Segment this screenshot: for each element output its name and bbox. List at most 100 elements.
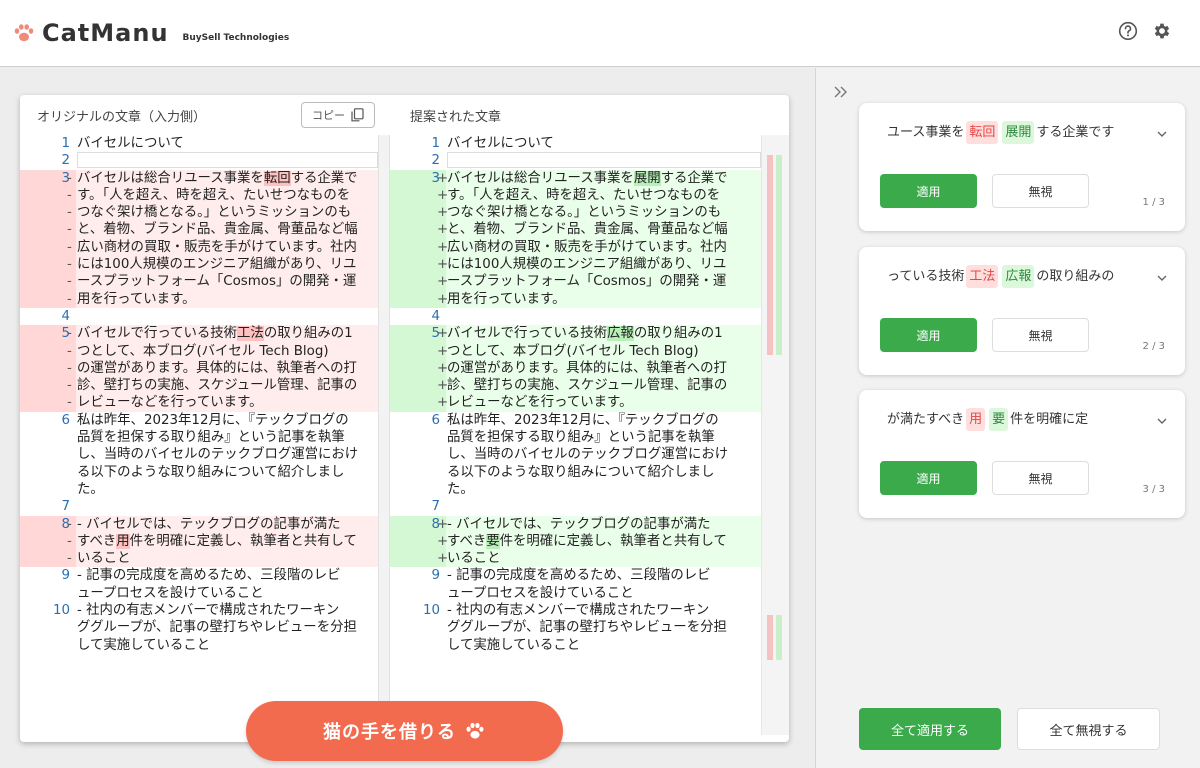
diff-line[interactable]: 10 - 社内の有志メンバーで構成されたワーキン — [20, 602, 378, 619]
diff-line[interactable]: - 広い商材の買取・販売を手がけています。社内 — [20, 238, 378, 257]
diff-line[interactable]: 品質を担保する取り組み』という記事を執筆 — [390, 429, 761, 446]
diff-sign: - — [67, 187, 72, 203]
copy-button[interactable]: コピー — [301, 102, 375, 128]
line-text: すべき要件を明確に定義し、執筆者と共有して — [446, 533, 761, 550]
diff-line[interactable]: ググループが、記事の壁打ちやレビューを分担 — [390, 619, 761, 636]
line-number-gutter: 6 — [20, 412, 76, 429]
line-text — [446, 498, 761, 515]
diff-line[interactable]: + いること — [390, 550, 761, 568]
suggestion-card: ユース事業を 転回 展開 する企業です 適用 無視 1 / 3 — [859, 103, 1185, 231]
apply-button[interactable]: 適用 — [880, 461, 977, 495]
diff-line[interactable]: る以下のような取り組みについて紹介しまし — [20, 464, 378, 481]
line-number-gutter — [20, 464, 76, 481]
diff-line[interactable]: - には100人規模のエンジニア組織があり、リユ — [20, 256, 378, 274]
diff-line[interactable]: し、当時のバイセルのテックブログ運営におけ — [390, 446, 761, 463]
diff-line[interactable]: 7 — [390, 498, 761, 515]
diff-line[interactable]: 2 — [390, 152, 761, 169]
suggestion-inserted: 要 — [989, 408, 1009, 431]
double-chevron-right-icon[interactable] — [834, 83, 848, 102]
chevron-down-icon[interactable] — [1155, 271, 1169, 285]
diff-line[interactable]: 6 私は昨年、2023年12月に、『テックブログの — [20, 412, 378, 429]
diff-line[interactable]: 5 + バイセルで行っている技術広報の取り組みの1 — [390, 325, 761, 343]
chevron-down-icon[interactable] — [1155, 414, 1169, 428]
diff-line[interactable]: - つとして、本ブログ(バイセル Tech Blog) — [20, 342, 378, 360]
diff-line[interactable]: 6 私は昨年、2023年12月に、『テックブログの — [390, 412, 761, 429]
diff-line[interactable]: た。 — [390, 481, 761, 498]
help-circle-icon[interactable] — [1117, 20, 1139, 42]
suggested-text-pane[interactable]: 1 バイセルについて 2 3 + バイセルは総合リユース事業を展開する企業で + す。「人を超… — [390, 135, 761, 735]
apply-button[interactable]: 適用 — [880, 318, 977, 352]
diff-line[interactable]: - と、着物、ブランド品、貴金属、骨董品など幅 — [20, 221, 378, 239]
line-text-segment: する企業で — [660, 170, 728, 186]
diff-line[interactable]: - すべき用件を明確に定義し、執筆者と共有して — [20, 532, 378, 551]
apply-button[interactable]: 適用 — [880, 174, 977, 208]
diff-line[interactable]: + 診、壁打ちの実施、スケジュール管理、記事の — [390, 377, 761, 395]
diff-line[interactable]: ュープロセスを設けていること — [390, 585, 761, 602]
diff-line[interactable]: 5- バイセルで行っている技術工法の取り組みの1 — [20, 325, 378, 343]
diff-line[interactable]: 3- バイセルは総合リユース事業を転回する企業で — [20, 169, 378, 187]
diff-sign: + — [437, 239, 449, 255]
diff-line[interactable]: して実施していること — [20, 637, 378, 654]
diff-line[interactable]: 9 - 記事の完成度を高めるため、三段階のレビ — [390, 567, 761, 584]
line-text-segment: バイセルで行っている技術 — [77, 326, 238, 342]
diff-line[interactable]: + レビューなどを行っています。 — [390, 394, 761, 412]
diff-line[interactable]: 7 — [20, 498, 378, 515]
diff-line[interactable]: 4 — [20, 308, 378, 325]
diff-line[interactable]: 3 + バイセルは総合リユース事業を展開する企業で — [390, 169, 761, 187]
diff-line[interactable]: 9 - 記事の完成度を高めるため、三段階のレビ — [20, 567, 378, 584]
diff-sign: - — [67, 343, 72, 359]
diff-line[interactable]: ググループが、記事の壁打ちやレビューを分担 — [20, 619, 378, 636]
diff-line[interactable]: 10 - 社内の有志メンバーで構成されたワーキン — [390, 602, 761, 619]
diff-line[interactable]: + と、着物、ブランド品、貴金属、骨董品など幅 — [390, 221, 761, 239]
diff-line[interactable]: し、当時のバイセルのテックブログ運営におけ — [20, 446, 378, 463]
diff-line[interactable]: + 広い商材の買取・販売を手がけています。社内 — [390, 238, 761, 257]
line-number-gutter: 2 — [390, 152, 446, 169]
diff-line[interactable]: して実施していること — [390, 637, 761, 654]
ignore-button[interactable]: 無視 — [992, 174, 1089, 208]
diff-line[interactable]: - レビューなどを行っています。 — [20, 394, 378, 412]
diff-line[interactable]: + には100人規模のエンジニア組織があり、リユ — [390, 256, 761, 274]
diff-line[interactable]: - 診、壁打ちの実施、スケジュール管理、記事の — [20, 377, 378, 395]
diff-line[interactable]: 8-- バイセルでは、テックブログの記事が満た — [20, 515, 378, 533]
diff-line[interactable]: - いること — [20, 550, 378, 568]
diff-line[interactable]: ュープロセスを設けていること — [20, 585, 378, 602]
diff-line[interactable]: + 用を行っています。 — [390, 290, 761, 308]
pane-divider[interactable] — [378, 135, 390, 735]
diff-line[interactable]: - の運営があります。具体的には、執筆者への打 — [20, 359, 378, 378]
diff-line[interactable]: た。 — [20, 481, 378, 498]
diff-line[interactable]: - 用を行っています。 — [20, 290, 378, 308]
ignore-button[interactable]: 無視 — [992, 461, 1089, 495]
diff-line[interactable]: 2 — [20, 152, 378, 169]
diff-line[interactable]: - す。「人を超え、時を超え、たいせつなものを — [20, 186, 378, 205]
diff-line[interactable]: + ースプラットフォーム「Cosmos」の開発・運 — [390, 273, 761, 291]
ignore-all-button[interactable]: 全て無視する — [1017, 708, 1160, 750]
apply-all-button[interactable]: 全て適用する — [859, 708, 1001, 750]
diff-sign: - — [67, 533, 72, 549]
diff-line[interactable]: 8 + - バイセルでは、テックブログの記事が満た — [390, 515, 761, 533]
diff-line[interactable]: 品質を担保する取り組み』という記事を執筆 — [20, 429, 378, 446]
diff-line[interactable]: る以下のような取り組みについて紹介しまし — [390, 464, 761, 481]
diff-sign: + — [437, 257, 449, 273]
diff-line[interactable]: + の運営があります。具体的には、執筆者への打 — [390, 359, 761, 378]
gear-icon[interactable] — [1151, 20, 1173, 42]
diff-line[interactable]: + すべき要件を明確に定義し、執筆者と共有して — [390, 532, 761, 551]
diff-line[interactable]: + つとして、本ブログ(バイセル Tech Blog) — [390, 342, 761, 360]
borrow-cat-paw-button[interactable]: 猫の手を借りる — [246, 701, 563, 761]
original-text-pane[interactable]: 1 バイセルについて 2 3- バイセルは総合リユース事業を転回する企業で - す。「人を超… — [20, 135, 378, 735]
chevron-down-icon[interactable] — [1155, 127, 1169, 141]
overview-del-mark — [767, 295, 773, 355]
diff-line[interactable]: - つなぐ架け橋となる。」というミッションのも — [20, 204, 378, 222]
diff-sign: + — [437, 205, 449, 221]
diff-line[interactable]: + つなぐ架け橋となる。」というミッションのも — [390, 204, 761, 222]
diff-line[interactable]: 1 バイセルについて — [390, 135, 761, 152]
copy-icon — [351, 108, 364, 122]
line-text: して実施していること — [447, 637, 581, 653]
diff-line[interactable]: - ースプラットフォーム「Cosmos」の開発・運 — [20, 273, 378, 291]
diff-line[interactable]: 4 — [390, 308, 761, 325]
diff-line[interactable]: + す。「人を超え、時を超え、たいせつなものを — [390, 186, 761, 205]
diff-line[interactable]: 1 バイセルについて — [20, 135, 378, 152]
line-text: つなぐ架け橋となる。」というミッションのも — [77, 205, 352, 221]
ignore-button[interactable]: 無視 — [992, 318, 1089, 352]
changed-text: 要 — [486, 533, 500, 549]
diff-overview-scrollbar[interactable] — [761, 135, 789, 735]
